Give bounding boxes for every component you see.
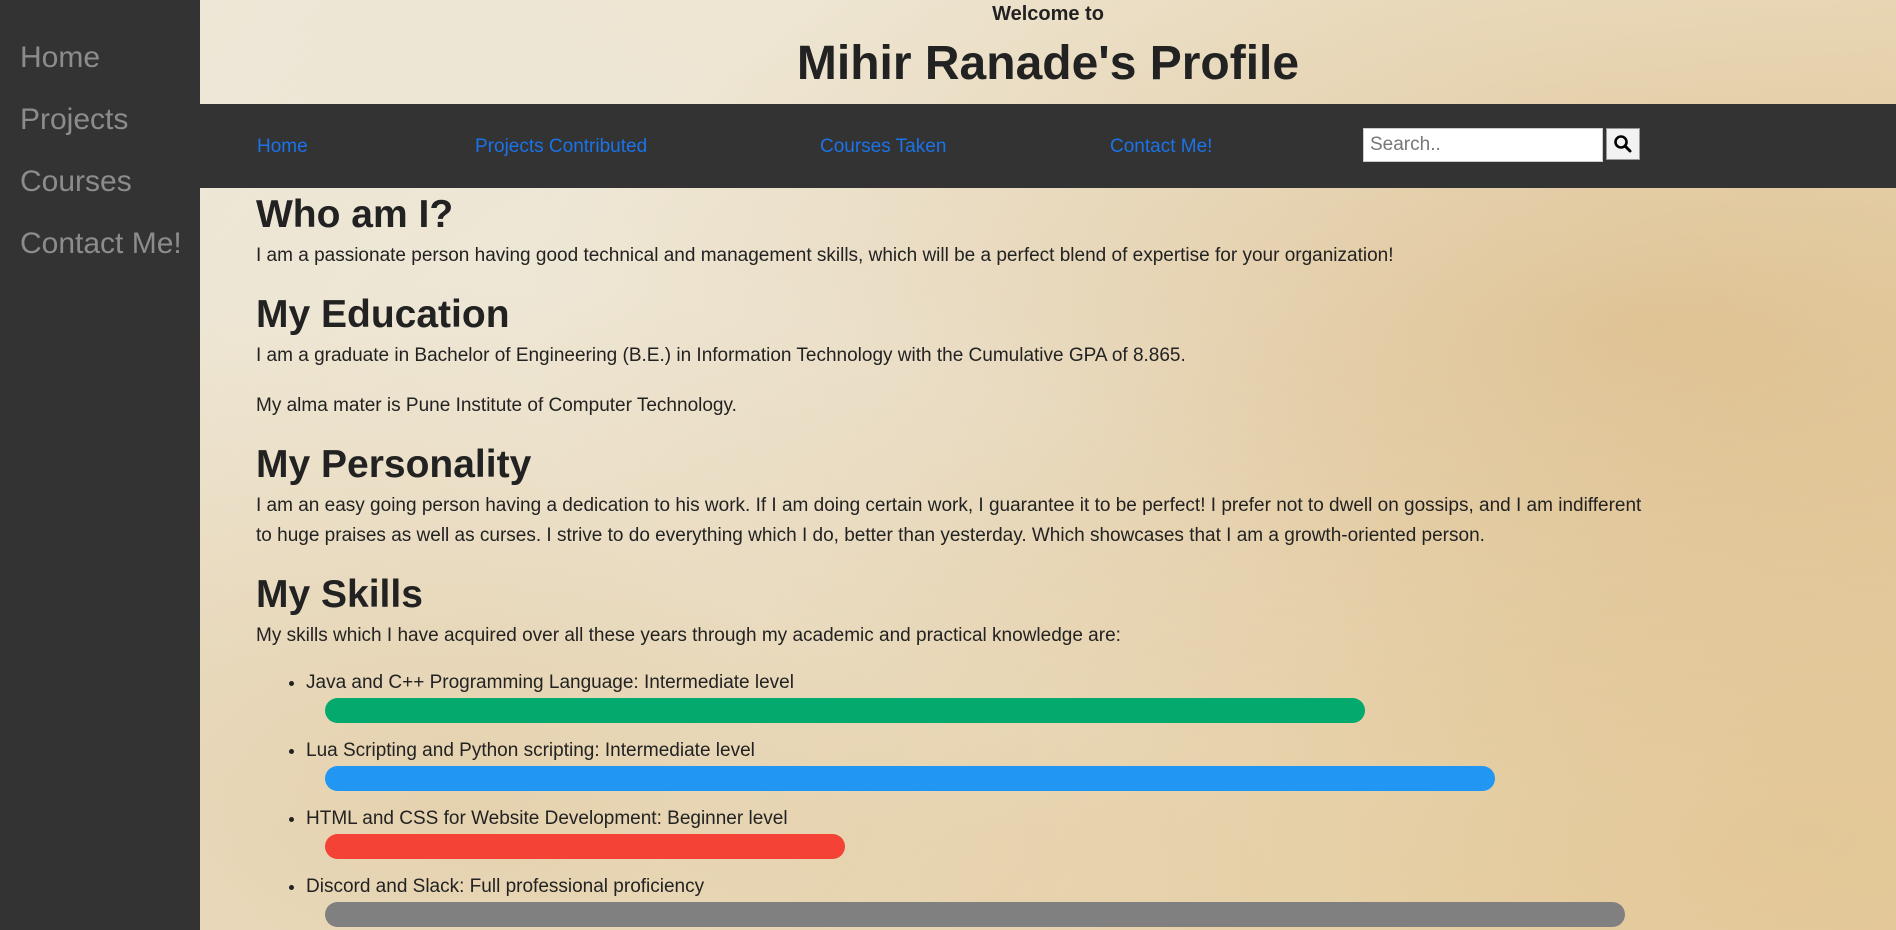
nav-item-projects[interactable]: Projects Contributed bbox=[475, 135, 647, 159]
education-text-1: I am a graduate in Bachelor of Engineeri… bbox=[256, 345, 1186, 366]
skill-item: Discord and Slack: Full professional pro… bbox=[306, 875, 1656, 927]
skill-progress-bar bbox=[325, 766, 1495, 791]
sidebar-item-courses[interactable]: Courses bbox=[0, 164, 200, 200]
skill-label: Lua Scripting and Python scripting: Inte… bbox=[306, 740, 755, 761]
search-icon bbox=[1614, 135, 1632, 153]
skill-item: Java and C++ Programming Language: Inter… bbox=[306, 671, 1656, 723]
nav-item-contact[interactable]: Contact Me! bbox=[1110, 135, 1212, 159]
skill-label: Discord and Slack: Full professional pro… bbox=[306, 876, 705, 897]
main-content: Who am I? I am a passionate person havin… bbox=[256, 188, 1656, 927]
sidebar-item-projects[interactable]: Projects bbox=[0, 102, 200, 138]
skill-label: HTML and CSS for Website Development: Be… bbox=[306, 808, 788, 829]
sidebar: Home Projects Courses Contact Me! bbox=[0, 0, 200, 930]
skill-progress-bar bbox=[325, 834, 845, 859]
personality-text: I am an easy going person having a dedic… bbox=[256, 495, 1642, 546]
who-text: I am a passionate person having good tec… bbox=[256, 245, 1394, 266]
skill-bar-track bbox=[325, 766, 1656, 791]
skill-bar-track bbox=[325, 698, 1656, 723]
sidebar-item-contact[interactable]: Contact Me! bbox=[0, 226, 200, 262]
education-text-2: My alma mater is Pune Institute of Compu… bbox=[256, 395, 737, 416]
skills-intro: My skills which I have acquired over all… bbox=[256, 625, 1121, 646]
welcome-text: Welcome to bbox=[992, 3, 1104, 25]
section-heading-skills: My Skills bbox=[256, 573, 423, 616]
section-heading-who: Who am I? bbox=[256, 193, 454, 236]
skill-item: Lua Scripting and Python scripting: Inte… bbox=[306, 739, 1656, 791]
page-header: Welcome to Mihir Ranade's Profile bbox=[200, 0, 1896, 104]
page-title: Mihir Ranade's Profile bbox=[796, 37, 1300, 90]
skill-bar-track bbox=[325, 902, 1656, 927]
nav-item-home[interactable]: Home bbox=[257, 135, 308, 159]
skill-bar-track bbox=[325, 834, 1656, 859]
section-heading-education: My Education bbox=[256, 293, 510, 336]
sidebar-item-home[interactable]: Home bbox=[0, 40, 200, 76]
skill-progress-bar bbox=[325, 902, 1625, 927]
skills-list: Java and C++ Programming Language: Inter… bbox=[256, 671, 1656, 927]
skill-progress-bar bbox=[325, 698, 1365, 723]
section-heading-personality: My Personality bbox=[256, 443, 532, 486]
skill-item: HTML and CSS for Website Development: Be… bbox=[306, 807, 1656, 859]
search-input[interactable] bbox=[1363, 128, 1603, 162]
nav-item-courses[interactable]: Courses Taken bbox=[820, 135, 946, 159]
skill-label: Java and C++ Programming Language: Inter… bbox=[306, 672, 794, 693]
top-navbar: Home Projects Contributed Courses Taken … bbox=[200, 104, 1896, 188]
search-button[interactable] bbox=[1606, 128, 1640, 160]
